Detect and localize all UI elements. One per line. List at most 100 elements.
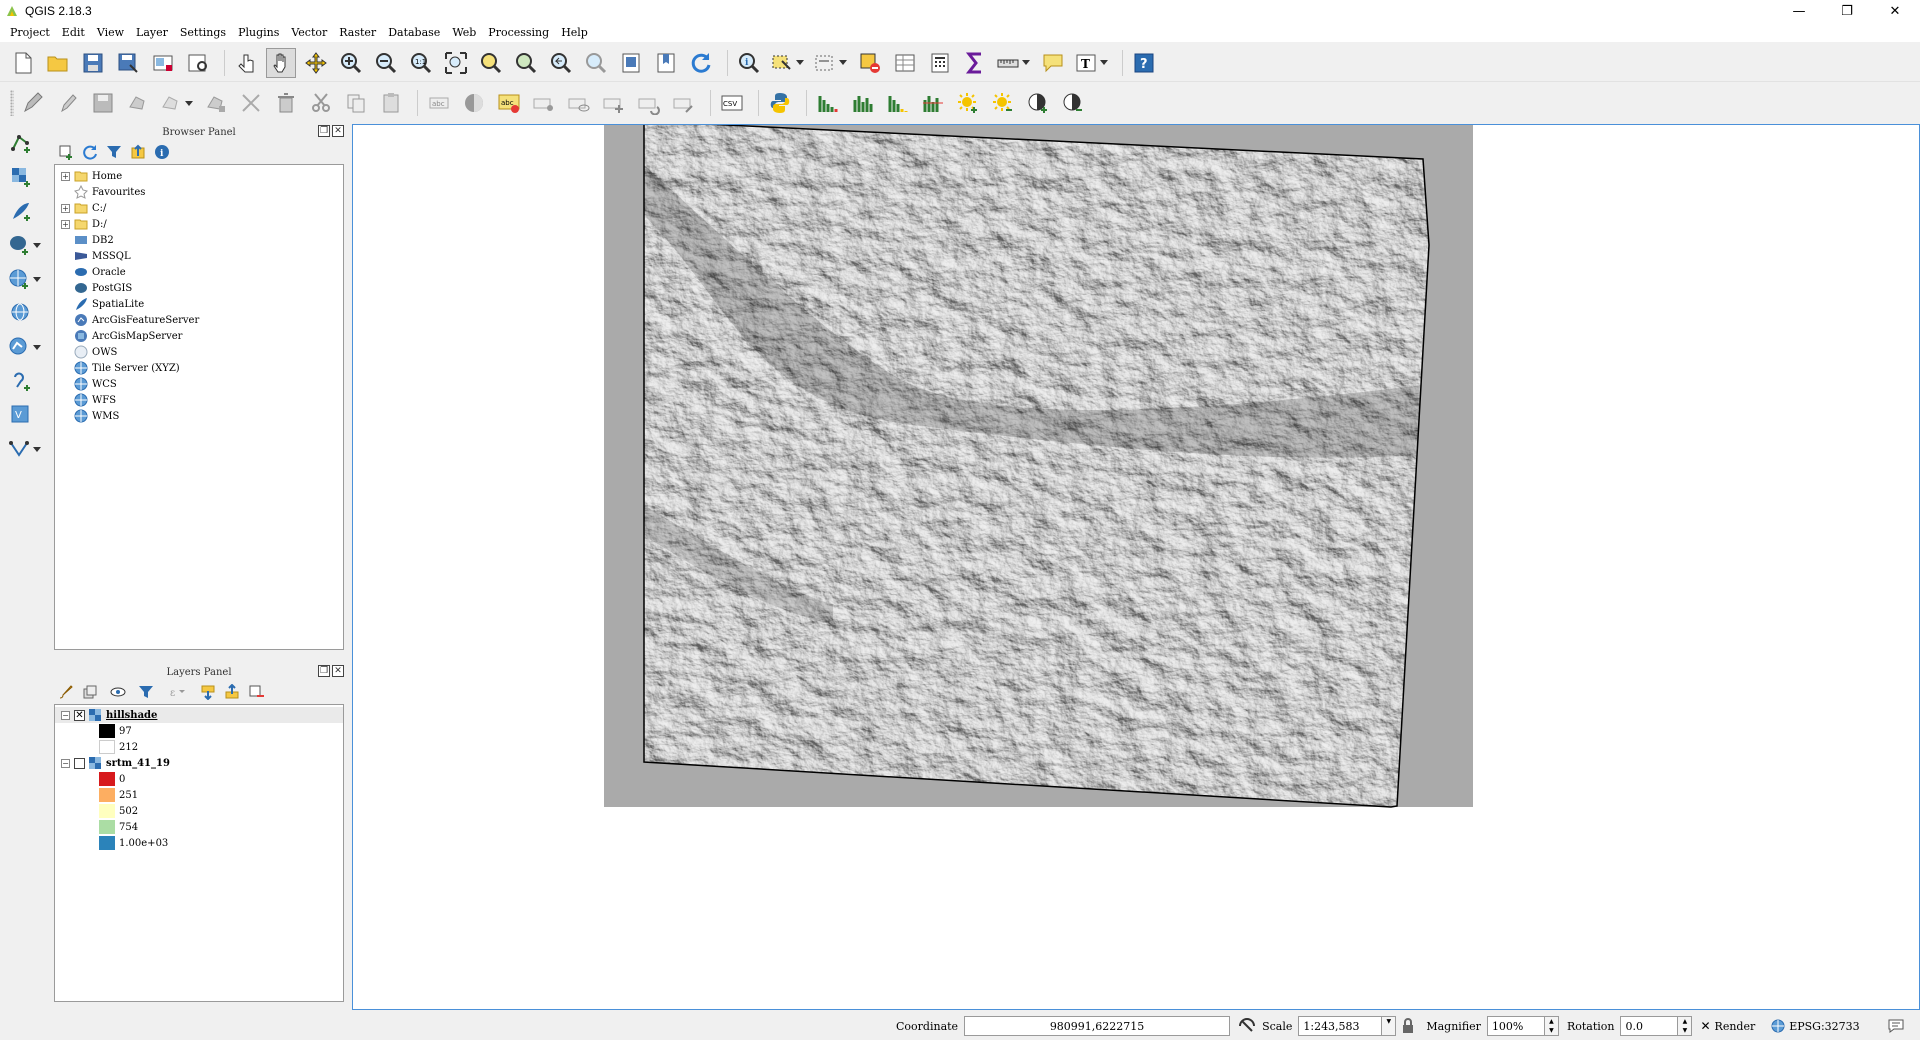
browser-item-postgis[interactable]: PostGIS: [55, 280, 343, 296]
toggle-editing-button[interactable]: [53, 88, 83, 118]
save-project-button[interactable]: [78, 48, 108, 78]
browser-item-d-drive[interactable]: + D:/: [55, 216, 343, 232]
enable-properties-button[interactable]: i: [154, 144, 170, 160]
browser-filter-button[interactable]: [106, 144, 122, 160]
browser-item-ows[interactable]: OWS: [55, 344, 343, 360]
zoom-to-selection-button[interactable]: [476, 48, 506, 78]
expand-toggle[interactable]: +: [61, 203, 70, 213]
touch-zoom-pan-button[interactable]: [231, 48, 261, 78]
minimize-button[interactable]: —: [1776, 0, 1822, 22]
browser-item-tile-server[interactable]: Tile Server (XYZ): [55, 360, 343, 376]
pin-labels-button[interactable]: [529, 88, 559, 118]
zoom-to-layer-button[interactable]: [511, 48, 541, 78]
copy-features-button[interactable]: [341, 88, 371, 118]
menu-edit[interactable]: Edit: [56, 26, 91, 39]
coordinate-field[interactable]: 980991,6222715: [964, 1016, 1231, 1036]
save-as-button[interactable]: [113, 48, 143, 78]
collapse-all-button[interactable]: [130, 144, 146, 160]
crs-label[interactable]: EPSG:32733: [1789, 1020, 1859, 1033]
new-project-button[interactable]: [8, 48, 38, 78]
delete-part-button[interactable]: [236, 88, 266, 118]
python-console-button[interactable]: [765, 88, 795, 118]
browser-item-spatialite[interactable]: SpatiaLite: [55, 296, 343, 312]
layers-close-button[interactable]: ✕: [332, 665, 344, 677]
add-postgis-layer-dropdown[interactable]: [6, 230, 50, 260]
map-canvas[interactable]: [352, 124, 1920, 1010]
local-histogram-stretch-button[interactable]: [813, 88, 843, 118]
show-hide-labels-button[interactable]: [564, 88, 594, 118]
add-selected-layers-button[interactable]: [58, 144, 74, 160]
zoom-full-button[interactable]: [441, 48, 471, 78]
label-tool-button[interactable]: abc: [494, 88, 524, 118]
menu-raster[interactable]: Raster: [333, 26, 382, 39]
select-features-dropdown[interactable]: [769, 48, 807, 78]
layer-visibility-checkbox[interactable]: ✕: [74, 709, 85, 721]
open-layer-styling-button[interactable]: [58, 684, 74, 700]
rotate-label-button[interactable]: [634, 88, 664, 118]
toggle-extents-icon[interactable]: [1238, 1017, 1256, 1035]
add-wms-layer-dropdown[interactable]: [6, 264, 50, 294]
zoom-out-button[interactable]: [371, 48, 401, 78]
zoom-native-resolution-button[interactable]: 1:1: [406, 48, 436, 78]
delete-selected-button[interactable]: [271, 88, 301, 118]
expand-toggle[interactable]: +: [61, 219, 70, 229]
add-virtual-layer-button[interactable]: V: [6, 400, 36, 430]
current-edits-button[interactable]: [18, 88, 48, 118]
full-cumulative-cut-button[interactable]: [918, 88, 948, 118]
text-annotation-dropdown[interactable]: T: [1073, 48, 1111, 78]
paste-features-button[interactable]: [376, 88, 406, 118]
browser-item-db2[interactable]: DB2: [55, 232, 343, 248]
field-calculator-button[interactable]: [925, 48, 955, 78]
menu-processing[interactable]: Processing: [482, 26, 555, 39]
new-map-view-button[interactable]: [616, 48, 646, 78]
manage-visibility-dropdown[interactable]: [106, 684, 130, 700]
browser-item-arcgis-feature-server[interactable]: ArcGisFeatureServer: [55, 312, 343, 328]
increase-brightness-button[interactable]: [953, 88, 983, 118]
restore-button[interactable]: ❐: [1824, 0, 1870, 22]
layer-row-hillshade[interactable]: − ✕ hillshade: [55, 707, 343, 723]
full-histogram-stretch-button[interactable]: [848, 88, 878, 118]
add-feature-button[interactable]: [123, 88, 153, 118]
add-wcs-layer-button[interactable]: [6, 298, 36, 328]
add-wfs-layer-dropdown[interactable]: [6, 332, 50, 362]
new-shapefile-layer-dropdown[interactable]: [6, 434, 50, 464]
remove-layer-button[interactable]: [248, 684, 264, 700]
browser-item-arcgis-map-server[interactable]: ArcGisMapServer: [55, 328, 343, 344]
zoom-last-button[interactable]: [546, 48, 576, 78]
add-delimited-layer-button[interactable]: [6, 366, 36, 396]
browser-item-wms[interactable]: WMS: [55, 408, 343, 424]
change-label-button[interactable]: [669, 88, 699, 118]
browser-item-oracle[interactable]: Oracle: [55, 264, 343, 280]
menu-web[interactable]: Web: [446, 26, 482, 39]
refresh-button[interactable]: [686, 48, 716, 78]
crs-globe-icon[interactable]: [1771, 1019, 1785, 1033]
expand-toggle[interactable]: +: [61, 171, 70, 181]
messages-icon[interactable]: [1888, 1018, 1904, 1034]
menu-help[interactable]: Help: [555, 26, 594, 39]
increase-contrast-button[interactable]: [1023, 88, 1053, 118]
browser-item-favourites[interactable]: Favourites: [55, 184, 343, 200]
browser-item-c-drive[interactable]: + C:/: [55, 200, 343, 216]
zoom-next-button[interactable]: [581, 48, 611, 78]
whats-this-help-button[interactable]: ?: [1129, 48, 1159, 78]
add-group-button[interactable]: [82, 684, 98, 700]
magnifier-field[interactable]: 100%: [1486, 1016, 1545, 1036]
browser-close-button[interactable]: ✕: [332, 125, 344, 137]
save-layer-edits-button[interactable]: [88, 88, 118, 118]
select-by-expression-dropdown[interactable]: [812, 48, 850, 78]
menu-database[interactable]: Database: [382, 26, 446, 39]
move-feature-dropdown[interactable]: [158, 88, 196, 118]
browser-item-wcs[interactable]: WCS: [55, 376, 343, 392]
map-tips-button[interactable]: [1038, 48, 1068, 78]
collapse-all-layers-button[interactable]: [224, 684, 240, 700]
expand-all-button[interactable]: [200, 684, 216, 700]
menu-view[interactable]: View: [91, 26, 130, 39]
magnifier-spinner[interactable]: ▲ ▼: [1544, 1016, 1559, 1036]
collapse-toggle[interactable]: −: [61, 710, 70, 720]
add-spatialite-layer-button[interactable]: [6, 196, 36, 226]
lock-icon[interactable]: [1402, 1018, 1414, 1034]
browser-item-home[interactable]: + Home: [55, 168, 343, 184]
filter-by-expression-dropdown[interactable]: ε: [162, 684, 192, 700]
menu-settings[interactable]: Settings: [174, 26, 232, 39]
layer-row-srtm[interactable]: − srtm_41_19: [55, 755, 343, 771]
